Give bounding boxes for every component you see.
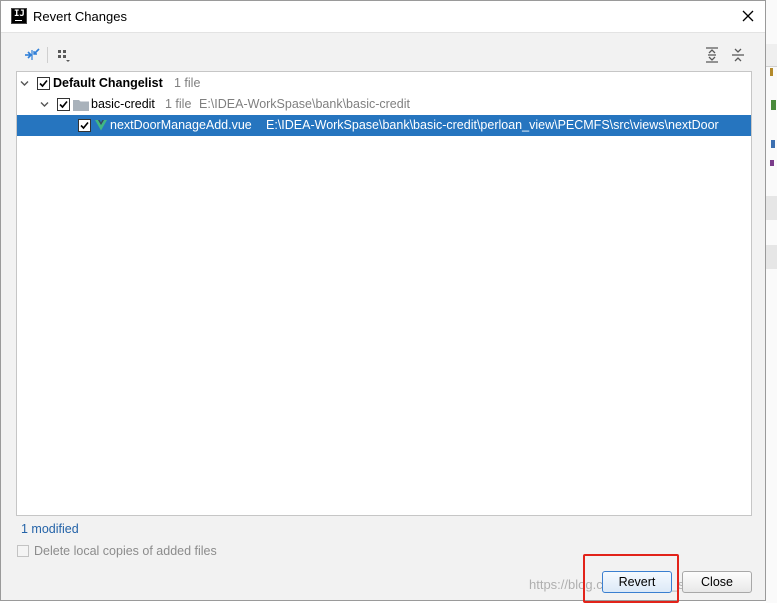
expand-all-icon[interactable] [702, 45, 722, 65]
tree-row-file[interactable]: nextDoorManageAdd.vue E:\IDEA-WorkSpase\… [17, 115, 751, 136]
changelist-name: Default Changelist [53, 76, 163, 90]
background-mark [770, 68, 773, 76]
close-button[interactable]: Close [682, 571, 752, 593]
file-name: nextDoorManageAdd.vue [110, 118, 252, 132]
annotation-highlight-box [583, 554, 679, 603]
tree-row-module[interactable]: basic-credit 1 file E:\IDEA-WorkSpase\ba… [17, 94, 751, 115]
module-path: E:\IDEA-WorkSpase\bank\basic-credit [199, 97, 410, 111]
background-panel [766, 245, 777, 269]
toolbar-separator [47, 47, 48, 63]
vue-file-icon [95, 120, 107, 131]
background-panel [766, 44, 777, 67]
folder-icon [73, 100, 89, 111]
file-path: E:\IDEA-WorkSpase\bank\basic-credit\perl… [266, 118, 719, 132]
module-checkbox[interactable] [57, 98, 70, 111]
group-by-icon[interactable] [55, 45, 75, 65]
background-panel [766, 196, 777, 220]
background-ide-strip [766, 0, 777, 603]
collapse-all-icon[interactable] [728, 45, 748, 65]
chevron-down-icon[interactable] [20, 79, 29, 88]
close-icon [742, 10, 754, 22]
check-icon [39, 79, 48, 88]
changelist-checkbox[interactable] [37, 77, 50, 90]
collapse-arrows-icon[interactable] [22, 45, 42, 65]
changelist-count: 1 file [174, 76, 201, 90]
revert-changes-dialog: IJ Revert Changes Default Changelist 1 f… [0, 0, 766, 603]
intellij-app-icon: IJ [11, 8, 27, 24]
title-bar: IJ Revert Changes [1, 1, 765, 33]
background-mark [770, 160, 774, 166]
dialog-title: Revert Changes [33, 9, 127, 24]
chevron-down-icon[interactable] [40, 100, 49, 109]
app-icon-text: IJ [14, 9, 25, 19]
changes-tree[interactable]: Default Changelist 1 file basic-credit 1… [16, 71, 752, 516]
check-icon [59, 100, 68, 109]
module-count: 1 file [165, 97, 192, 111]
modified-count-link[interactable]: 1 modified [21, 522, 79, 536]
delete-local-copies-checkbox[interactable] [17, 545, 29, 557]
delete-local-copies-label: Delete local copies of added files [34, 544, 217, 558]
background-mark [771, 100, 776, 110]
tree-row-changelist[interactable]: Default Changelist 1 file [17, 73, 751, 94]
module-name: basic-credit [91, 97, 155, 111]
check-icon [80, 121, 89, 130]
close-window-button[interactable] [731, 1, 765, 32]
background-mark [771, 140, 775, 148]
file-checkbox[interactable] [78, 119, 91, 132]
